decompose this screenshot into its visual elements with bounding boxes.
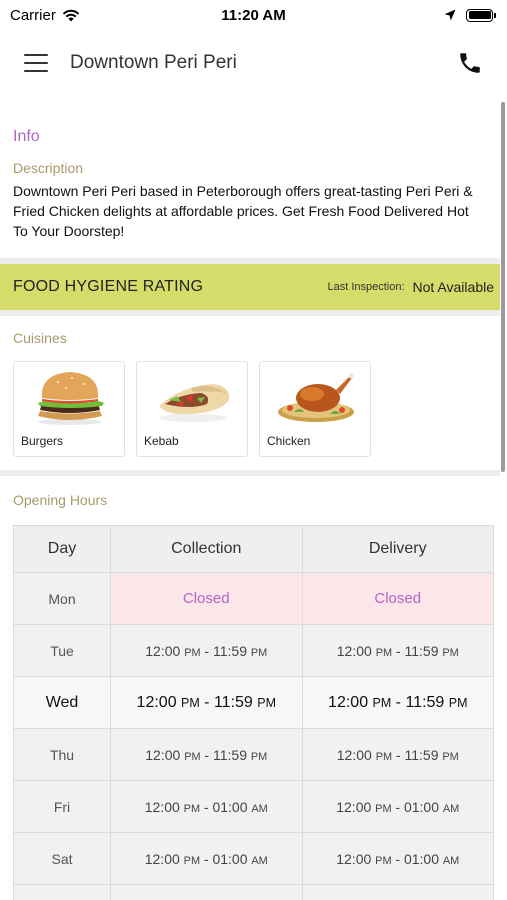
delivery-cell: 12:00 PM - 11:59 PM xyxy=(301,728,494,781)
location-arrow-icon xyxy=(444,9,456,21)
battery-icon xyxy=(466,8,496,22)
delivery-cell: 12:00 PM - 11:59 PM xyxy=(301,676,494,729)
nav-bar: Downtown Peri Peri xyxy=(0,30,507,96)
carrier-label: Carrier xyxy=(10,6,56,24)
wifi-icon xyxy=(62,9,80,21)
info-heading: Info xyxy=(13,128,40,145)
content-scroll[interactable]: Info Description Downtown Peri Peri base… xyxy=(0,96,500,900)
collection-cell: 12:00 PM - 01:00 AM xyxy=(110,832,303,885)
table-header-row: Day Collection Delivery xyxy=(13,525,494,573)
day-cell: Wed xyxy=(13,676,111,729)
collection-cell: Closed xyxy=(110,572,303,625)
burger-icon xyxy=(38,372,104,425)
last-inspection-label: Last Inspection: xyxy=(327,281,405,293)
info-card: Info Description Downtown Peri Peri base… xyxy=(0,96,500,258)
collection-cell: 12:00 PM - 01:00 AM xyxy=(110,780,303,833)
cuisine-list: Burgers Kebab Chicken xyxy=(13,361,487,457)
cuisine-label: Kebab xyxy=(144,434,179,448)
table-row: Thu 12:00 PM - 11:59 PM 12:00 PM - 11:59… xyxy=(13,728,494,781)
table-row: Wed 12:00 PM - 11:59 PM 12:00 PM - 11:59… xyxy=(13,676,494,729)
opening-hours-heading: Opening Hours xyxy=(13,492,108,508)
opening-hours-table: Day Collection Delivery Mon Closed Close… xyxy=(13,525,494,900)
cuisine-label: Chicken xyxy=(267,434,311,448)
hygiene-title: FOOD HYGIENE RATING xyxy=(13,278,204,295)
cuisine-tile-kebab[interactable]: Kebab xyxy=(136,361,248,457)
column-header-delivery: Delivery xyxy=(301,525,494,573)
day-cell: Thu xyxy=(13,728,111,781)
cuisines-card: Cuisines Burgers Kebab Chicken xyxy=(0,316,500,470)
day-cell: Sat xyxy=(13,832,111,885)
delivery-cell: 12:00 PM - 11:59 PM xyxy=(301,624,494,677)
cuisine-tile-chicken[interactable]: Chicken xyxy=(259,361,371,457)
collection-cell: 12:00 PM - 11:59 PM xyxy=(110,676,303,729)
cuisine-tile-burgers[interactable]: Burgers xyxy=(13,361,125,457)
table-row xyxy=(13,884,494,900)
day-cell: Mon xyxy=(13,572,111,625)
last-inspection-value: Not Available xyxy=(412,279,494,295)
phone-icon[interactable] xyxy=(457,50,483,76)
description-label: Description xyxy=(13,160,84,176)
table-row: Sat 12:00 PM - 01:00 AM 12:00 PM - 01:00… xyxy=(13,832,494,885)
table-row: Tue 12:00 PM - 11:59 PM 12:00 PM - 11:59… xyxy=(13,624,494,677)
hamburger-menu-icon[interactable] xyxy=(24,54,48,72)
status-bar: Carrier 11:20 AM xyxy=(0,0,507,30)
delivery-cell: Closed xyxy=(301,572,494,625)
day-cell: Tue xyxy=(13,624,111,677)
roast-chicken-icon xyxy=(278,373,354,422)
day-cell: Fri xyxy=(13,780,111,833)
collection-cell: 12:00 PM - 11:59 PM xyxy=(110,728,303,781)
page-title: Downtown Peri Peri xyxy=(70,52,237,73)
delivery-cell: 12:00 PM - 01:00 AM xyxy=(301,780,494,833)
opening-hours-card: Opening Hours Day Collection Delivery Mo… xyxy=(0,476,500,900)
column-header-collection: Collection xyxy=(110,525,303,573)
description-text: Downtown Peri Peri based in Peterborough… xyxy=(13,183,473,239)
kebab-icon xyxy=(159,384,230,422)
collection-cell: 12:00 PM - 11:59 PM xyxy=(110,624,303,677)
cuisines-heading: Cuisines xyxy=(13,330,67,346)
table-row: Fri 12:00 PM - 01:00 AM 12:00 PM - 01:00… xyxy=(13,780,494,833)
cuisine-label: Burgers xyxy=(21,434,64,448)
delivery-cell: 12:00 PM - 01:00 AM xyxy=(301,832,494,885)
table-row: Mon Closed Closed xyxy=(13,572,494,625)
vertical-scrollbar[interactable] xyxy=(501,102,505,472)
food-hygiene-banner: FOOD HYGIENE RATING Last Inspection: Not… xyxy=(0,264,500,310)
column-header-day: Day xyxy=(13,525,111,573)
